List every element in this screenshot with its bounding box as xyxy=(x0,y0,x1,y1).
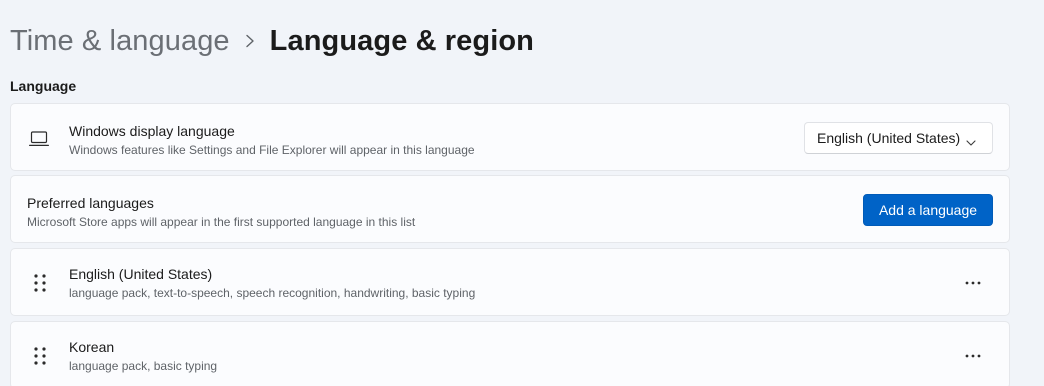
language-name: English (United States) xyxy=(69,266,213,282)
display-language-card: Windows display language Windows feature… xyxy=(10,103,1010,171)
chevron-right-icon xyxy=(230,34,270,48)
breadcrumb: Time & language Language & region xyxy=(10,22,534,60)
preferred-languages-title: Preferred languages xyxy=(27,195,154,211)
settings-page: Time & language Language & region Langua… xyxy=(0,0,1044,386)
drag-handle-icon[interactable] xyxy=(33,346,47,366)
chevron-down-icon xyxy=(966,134,976,146)
preferred-languages-subtitle: Microsoft Store apps will appear in the … xyxy=(27,215,416,229)
section-title-language: Language xyxy=(10,78,77,94)
add-language-button[interactable]: Add a language xyxy=(863,194,993,226)
display-language-text: Windows display language Windows feature… xyxy=(69,123,475,157)
language-name: Korean xyxy=(69,339,115,355)
language-item-korean[interactable]: Korean language pack, basic typing xyxy=(10,321,1010,386)
more-options-icon xyxy=(965,281,981,285)
display-language-selected: English (United States) xyxy=(817,130,961,146)
preferred-languages-card: Preferred languages Microsoft Store apps… xyxy=(10,175,1010,243)
language-features: language pack, basic typing xyxy=(69,359,218,373)
more-options-button[interactable] xyxy=(957,269,989,297)
more-options-button[interactable] xyxy=(957,342,989,370)
language-item-english[interactable]: English (United States) language pack, t… xyxy=(10,248,1010,316)
breadcrumb-parent-link[interactable]: Time & language xyxy=(10,25,230,58)
preferred-languages-text: Preferred languages Microsoft Store apps… xyxy=(27,195,415,229)
laptop-icon xyxy=(29,130,49,148)
language-item-text: Korean language pack, basic typing xyxy=(69,339,217,373)
display-language-dropdown[interactable]: English (United States) xyxy=(804,122,993,154)
language-item-text: English (United States) language pack, t… xyxy=(69,266,475,300)
page-title: Language & region xyxy=(269,24,535,57)
drag-handle-icon[interactable] xyxy=(33,273,47,293)
display-language-title: Windows display language xyxy=(69,123,235,139)
more-options-icon xyxy=(965,354,981,358)
display-language-subtitle: Windows features like Settings and File … xyxy=(69,143,475,157)
language-features: language pack, text-to-speech, speech re… xyxy=(69,286,476,300)
